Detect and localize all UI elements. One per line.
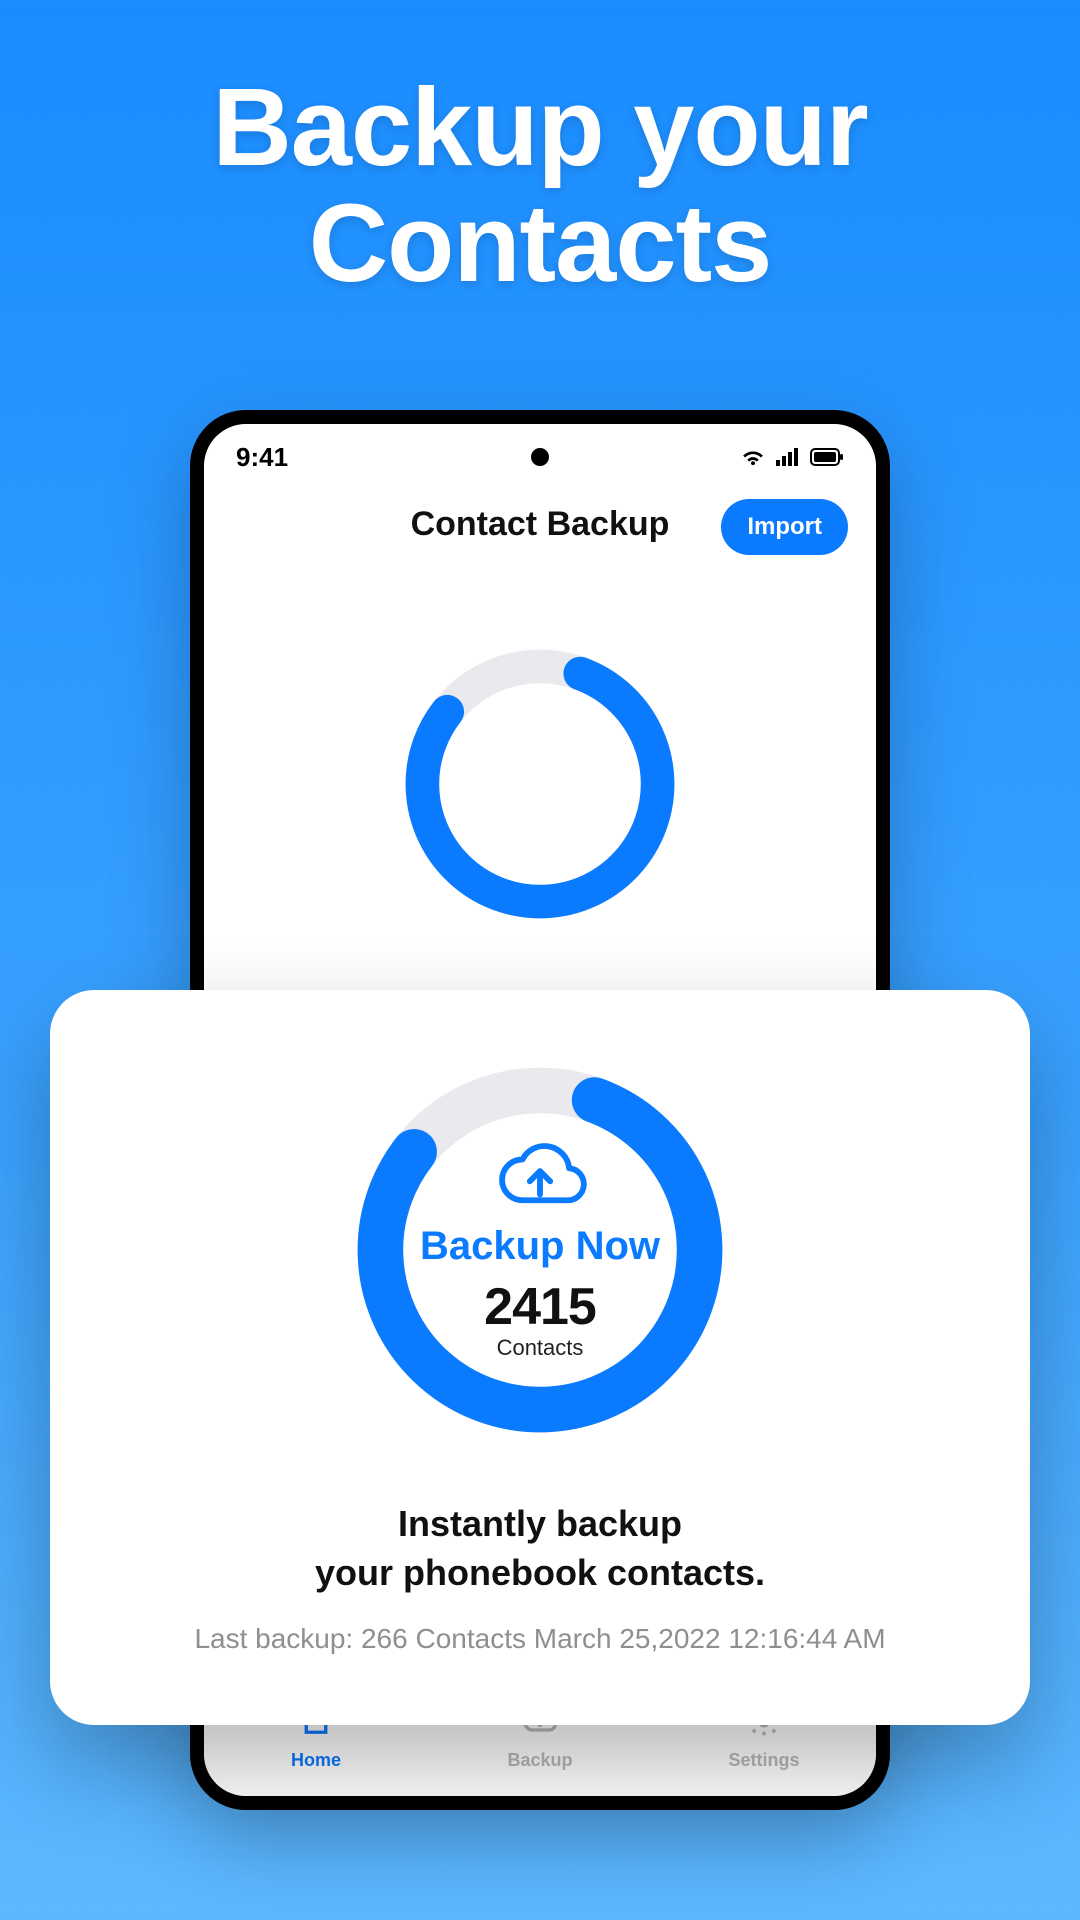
hero-title: Backup your Contacts xyxy=(0,70,1080,301)
backup-overlay-card: Backup Now 2415 Contacts Instantly backu… xyxy=(50,990,1030,1725)
front-camera-dot xyxy=(531,448,549,466)
hero-title-line2: Contacts xyxy=(309,182,772,305)
status-time: 9:41 xyxy=(236,442,288,473)
desc-line2: your phonebook contacts. xyxy=(315,1552,765,1593)
import-button[interactable]: Import xyxy=(721,499,848,555)
backup-now-label: Backup Now xyxy=(420,1224,660,1269)
wifi-icon xyxy=(740,442,766,473)
contacts-count: 2415 xyxy=(484,1277,596,1337)
contacts-label: Contacts xyxy=(497,1335,584,1361)
cellular-signal-icon xyxy=(776,442,800,473)
tab-home-label: Home xyxy=(291,1750,341,1771)
desc-line1: Instantly backup xyxy=(398,1503,682,1544)
tab-backup-label: Backup xyxy=(507,1750,572,1771)
cloud-upload-icon xyxy=(492,1139,588,1214)
progress-ring-peek xyxy=(400,644,680,784)
last-backup-text: Last backup: 266 Contacts March 25,2022 … xyxy=(90,1623,990,1655)
page-title: Contact Backup xyxy=(411,505,670,544)
backup-description: Instantly backup your phonebook contacts… xyxy=(90,1500,990,1597)
tab-settings-label: Settings xyxy=(728,1750,799,1771)
hero-title-line1: Backup your xyxy=(212,66,867,189)
app-header: Contact Backup Import xyxy=(204,481,876,554)
backup-progress-ring[interactable]: Backup Now 2415 Contacts xyxy=(350,1060,730,1440)
battery-icon xyxy=(810,442,844,473)
